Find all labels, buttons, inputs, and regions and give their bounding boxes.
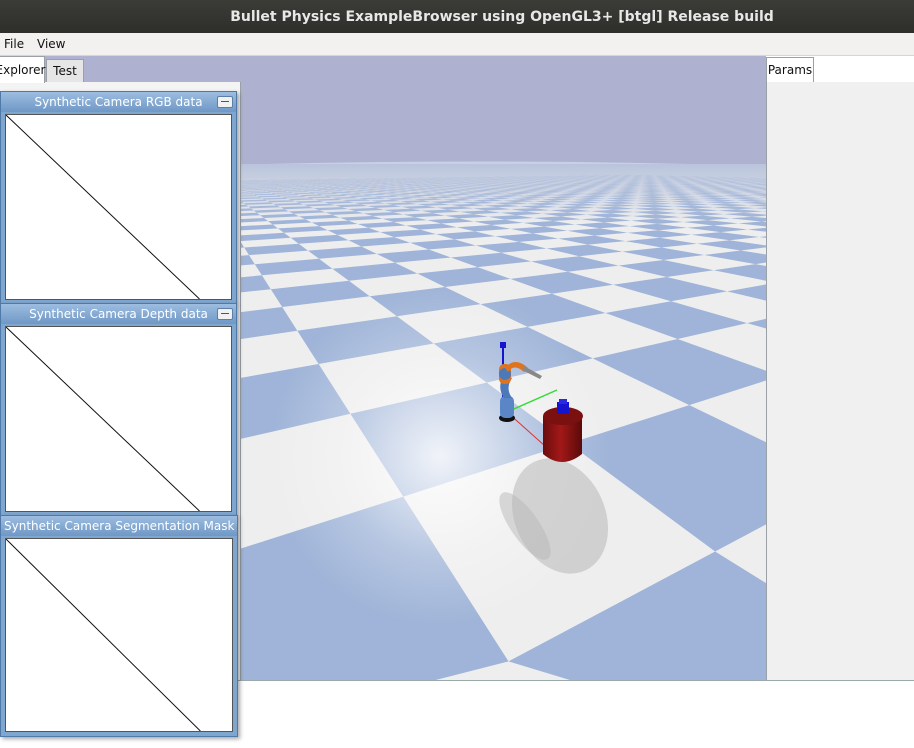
rgb-camera-window[interactable]: Synthetic Camera RGB data	[0, 91, 237, 304]
menu-view[interactable]: View	[37, 37, 65, 51]
depth-camera-window[interactable]: Synthetic Camera Depth data	[0, 303, 237, 516]
menu-bar: File View	[0, 33, 914, 56]
tab-explorer[interactable]: Explorer	[0, 56, 45, 83]
tab-params[interactable]: Params	[766, 57, 814, 82]
tab-test[interactable]: Test	[46, 59, 84, 82]
segmentation-camera-title: Synthetic Camera Segmentation Mask	[4, 519, 234, 533]
depth-camera-title: Synthetic Camera Depth data	[29, 307, 208, 321]
depth-camera-image	[5, 326, 232, 512]
minimize-button[interactable]	[217, 308, 233, 320]
window-titlebar: Bullet Physics ExampleBrowser using Open…	[0, 0, 914, 33]
rgb-camera-title: Synthetic Camera RGB data	[34, 95, 202, 109]
segmentation-camera-titlebar[interactable]: Synthetic Camera Segmentation Mask	[1, 516, 237, 536]
window-title: Bullet Physics ExampleBrowser using Open…	[230, 9, 774, 25]
minimize-button[interactable]	[217, 96, 233, 108]
segmentation-camera-image	[5, 538, 233, 732]
depth-camera-titlebar[interactable]: Synthetic Camera Depth data	[1, 304, 236, 324]
rgb-camera-titlebar[interactable]: Synthetic Camera RGB data	[1, 92, 236, 112]
params-panel	[766, 82, 914, 680]
menu-file[interactable]: File	[4, 37, 24, 51]
rgb-camera-image	[5, 114, 232, 300]
segmentation-camera-window[interactable]: Synthetic Camera Segmentation Mask	[0, 515, 238, 737]
